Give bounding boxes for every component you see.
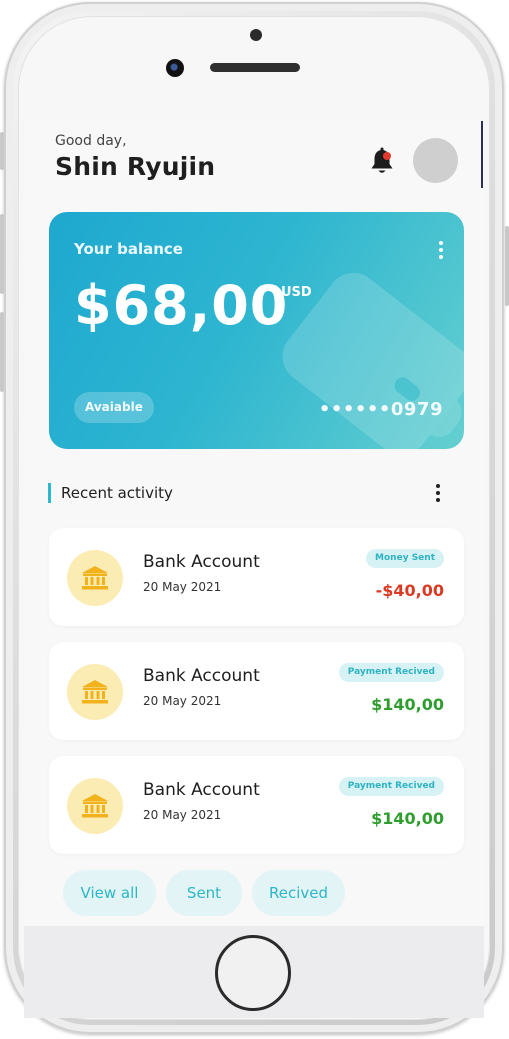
- user-name: Shin Ryujin: [55, 152, 216, 181]
- sent-filter-button[interactable]: Sent: [166, 870, 242, 916]
- status-badge: Avaiable: [74, 392, 154, 423]
- front-camera: [166, 59, 184, 77]
- activity-date: 20 May 2021: [143, 580, 222, 594]
- balance-amount: $68,00: [74, 274, 289, 337]
- activity-item[interactable]: Bank Account 20 May 2021 Money Sent -$40…: [49, 528, 464, 626]
- volume-down-button: [0, 312, 4, 392]
- bank-icon: [67, 778, 123, 834]
- card-number: ••••••0979: [318, 399, 443, 420]
- activity-item[interactable]: Bank Account 20 May 2021 Payment Recived…: [49, 756, 464, 854]
- activity-title: Bank Account: [143, 666, 260, 686]
- activity-amount: -$40,00: [375, 581, 444, 600]
- notification-dot: [383, 152, 391, 160]
- power-button: [505, 226, 509, 306]
- activity-badge: Money Sent: [366, 549, 444, 568]
- activity-more-icon[interactable]: [435, 484, 441, 502]
- bank-icon: [67, 664, 123, 720]
- balance-currency: USD: [281, 285, 312, 300]
- bank-icon: [67, 550, 123, 606]
- activity-item[interactable]: Bank Account 20 May 2021 Payment Recived…: [49, 642, 464, 740]
- proximity-sensor: [250, 29, 262, 41]
- received-filter-button[interactable]: Recived: [252, 870, 345, 916]
- activity-badge: Payment Recived: [338, 777, 444, 796]
- activity-amount: $140,00: [371, 809, 444, 828]
- greeting-text: Good day,: [55, 133, 127, 149]
- card-more-icon[interactable]: [438, 241, 444, 259]
- earpiece-speaker: [210, 63, 300, 72]
- screen-edge: [481, 121, 483, 188]
- section-accent-bar: [48, 483, 51, 503]
- activity-date: 20 May 2021: [143, 694, 222, 708]
- balance-card[interactable]: Your balance $68,00 USD Avaiable ••••••0…: [49, 212, 464, 449]
- balance-label: Your balance: [74, 240, 183, 258]
- recent-activity-title: Recent activity: [61, 484, 173, 502]
- app-screen: Good day, Shin Ryujin Your balance $68,0…: [24, 121, 484, 926]
- activity-date: 20 May 2021: [143, 808, 222, 822]
- volume-up-button: [0, 214, 4, 294]
- mute-switch: [0, 132, 4, 170]
- avatar[interactable]: [413, 138, 458, 183]
- bell-icon[interactable]: [369, 147, 395, 177]
- activity-badge: Payment Recived: [338, 663, 444, 682]
- view-all-button[interactable]: View all: [63, 870, 156, 916]
- activity-title: Bank Account: [143, 780, 260, 800]
- activity-amount: $140,00: [371, 695, 444, 714]
- home-button[interactable]: [215, 935, 291, 1011]
- activity-title: Bank Account: [143, 552, 260, 572]
